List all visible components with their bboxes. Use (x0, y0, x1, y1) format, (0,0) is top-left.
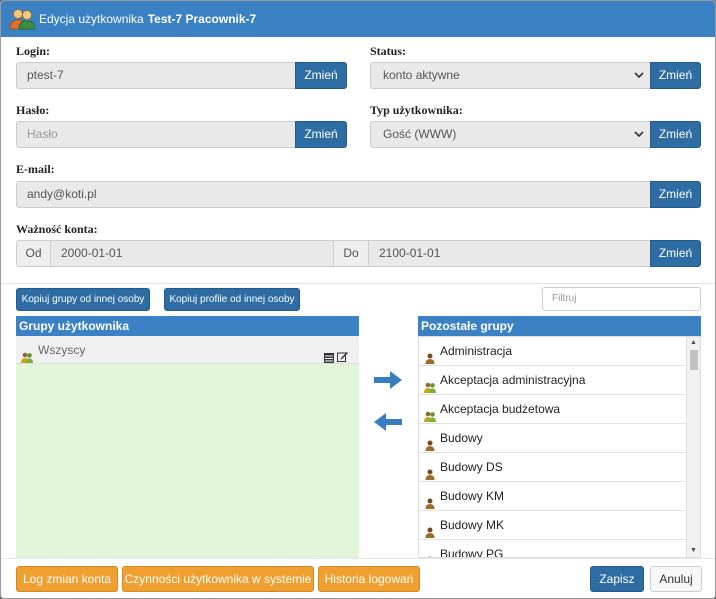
list-item-label: Administracja (440, 344, 513, 358)
copy-profiles-button[interactable]: Kopiuj profile od innej osoby (164, 288, 300, 311)
list-item[interactable]: Akceptacja administracyjna (419, 366, 687, 395)
list-item[interactable]: Budowy DS (419, 453, 687, 482)
filter-input[interactable]: Filtruj (542, 287, 701, 311)
edit-icon[interactable] (337, 344, 348, 362)
login-label: Login: (16, 44, 51, 58)
group-icon (21, 345, 33, 363)
password-input[interactable]: Hasło (16, 121, 296, 148)
email-label: E-mail: (16, 162, 55, 176)
arrow-left-icon[interactable] (373, 411, 403, 436)
login-history-button[interactable]: Historia logowań (318, 566, 420, 592)
list-item[interactable]: Akceptacja budżetowa (419, 395, 687, 424)
group-icon (424, 375, 436, 393)
status-label: Status: (370, 44, 407, 58)
user-type-select-value: Gość (WWW) (383, 127, 457, 141)
list-item-label: Budowy (440, 431, 483, 445)
user-activities-button[interactable]: Czynności użytkownika w systemie (122, 566, 314, 592)
user-type-label: Typ użytkownika: (370, 103, 463, 117)
list-item-label: Budowy MK (440, 518, 505, 532)
list-item-label: Budowy KM (440, 489, 505, 503)
scrollbar-thumb[interactable] (690, 350, 698, 370)
group-icon (424, 404, 436, 422)
list-item-label: Akceptacja administracyjna (440, 373, 586, 387)
cancel-button[interactable]: Anuluj (650, 566, 702, 592)
scroll-down-icon[interactable]: ▼ (690, 547, 697, 554)
person-icon (424, 549, 436, 557)
dialog-titlebar: Edycja użytkownika Test-7 Pracownik-7 (1, 1, 715, 37)
list-item-label: Akceptacja budżetowa (440, 402, 561, 416)
person-icon (424, 491, 436, 509)
chevron-down-icon (634, 122, 644, 147)
divider (1, 283, 715, 284)
copy-groups-button[interactable]: Kopiuj grupy od innej osoby (16, 288, 150, 311)
status-change-button[interactable]: Zmień (650, 62, 701, 89)
list-item[interactable]: Administracja (419, 337, 687, 366)
password-change-button[interactable]: Zmień (295, 121, 347, 148)
dialog-title-name: Test-7 Pracownik-7 (147, 12, 257, 26)
scrollbar[interactable]: ▲ ▼ (686, 337, 700, 557)
list-item-label: Wszyscy (38, 343, 86, 357)
scroll-up-icon[interactable]: ▲ (690, 339, 697, 346)
user-groups-header: Grupy użytkownika (16, 316, 359, 336)
user-type-change-button[interactable]: Zmień (650, 121, 701, 148)
email-change-button[interactable]: Zmień (650, 181, 701, 208)
other-groups-header: Pozostałe grupy (418, 316, 701, 336)
login-input[interactable]: ptest-7 (16, 62, 296, 89)
status-select[interactable]: konto aktywne (370, 62, 651, 89)
person-icon (424, 462, 436, 480)
log-changes-button[interactable]: Log zmian konta (16, 566, 118, 592)
dialog-footer: Log zmian konta Czynności użytkownika w … (1, 558, 715, 598)
dialog-title-prefix: Edycja użytkownika (39, 12, 144, 26)
password-label: Hasło: (16, 103, 50, 117)
arrow-right-icon[interactable] (373, 369, 403, 394)
validity-change-button[interactable]: Zmień (650, 240, 701, 267)
list-icon[interactable] (324, 345, 334, 363)
validity-to-input[interactable]: 2100-01-01 (368, 240, 651, 267)
person-icon (424, 520, 436, 538)
list-item-label: Budowy PG (440, 547, 504, 558)
list-item[interactable]: Wszyscy (16, 336, 359, 364)
edit-user-dialog: Edycja użytkownika Test-7 Pracownik-7 Lo… (0, 0, 716, 599)
list-item[interactable]: Budowy (419, 424, 687, 453)
login-change-button[interactable]: Zmień (295, 62, 347, 89)
email-input[interactable]: andy@koti.pl (16, 181, 651, 208)
validity-from-input[interactable]: 2000-01-01 (50, 240, 334, 267)
list-item-label: Budowy DS (440, 460, 503, 474)
list-item[interactable]: Budowy KM (419, 482, 687, 511)
person-icon (424, 346, 436, 364)
user-type-select[interactable]: Gość (WWW) (370, 121, 651, 148)
users-icon (9, 8, 36, 30)
save-button[interactable]: Zapisz (590, 566, 644, 592)
user-groups-list[interactable]: Wszyscy (16, 336, 359, 558)
status-select-value: konto aktywne (383, 68, 460, 82)
other-groups-list[interactable]: Administracja Akceptacja administracyjna… (418, 336, 701, 558)
validity-label: Ważność konta: (16, 222, 98, 236)
validity-to-label: Do (333, 240, 369, 267)
person-icon (424, 433, 436, 451)
list-item[interactable]: Budowy PG (419, 540, 687, 558)
list-item[interactable]: Budowy MK (419, 511, 687, 540)
validity-from-label: Od (16, 240, 51, 267)
chevron-down-icon (634, 63, 644, 88)
